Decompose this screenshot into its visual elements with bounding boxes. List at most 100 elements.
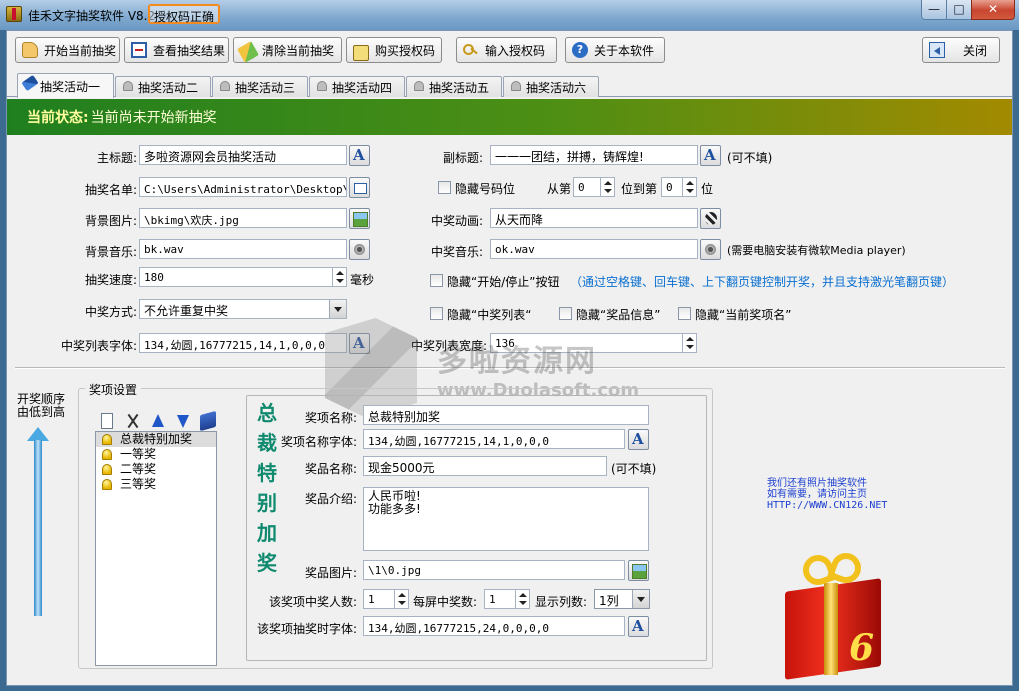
list-item[interactable]: 二等奖 [96, 462, 216, 477]
list-item[interactable]: 总裁特别加奖 [96, 432, 216, 447]
hide-prize-label: 隐藏“奖品信息” [576, 308, 661, 322]
tab-activity-5[interactable]: 抽奖活动五 [406, 76, 502, 97]
tab-label: 抽奖活动五 [429, 80, 490, 95]
from-spinner[interactable] [600, 178, 614, 196]
list-font-button[interactable] [349, 333, 370, 354]
winners-spinner[interactable] [394, 590, 408, 608]
tab-activity-4[interactable]: 抽奖活动四 [309, 76, 405, 97]
goods-desc-textarea[interactable]: 人民币啦! 功能多多! [363, 487, 649, 551]
view-results-button[interactable]: 查看抽奖结果 [124, 37, 229, 63]
promo-text[interactable]: 我们还有照片抽奖软件 如有需要，请访问主页 HTTP://WWW.CN126.N… [767, 478, 887, 511]
speed-spinner[interactable] [332, 268, 346, 286]
main-title-input[interactable]: 多啦资源网会员抽奖活动 [139, 145, 347, 165]
start-draw-button[interactable]: 开始当前抽奖 [15, 37, 120, 63]
hide-current-checkbox[interactable] [678, 307, 691, 320]
subtitle-input[interactable]: 一一一团结，拼搏，铸辉煌! [490, 145, 698, 165]
enter-code-label: 输入授权码 [485, 43, 546, 58]
list-browse-button[interactable] [349, 177, 370, 198]
goods-image-input[interactable]: \1\0.jpg [363, 560, 625, 580]
anim-select-button[interactable] [700, 208, 721, 229]
bell-icon [123, 81, 133, 91]
subtitle-font-button[interactable] [700, 145, 721, 166]
hand-icon [22, 42, 38, 58]
tab-activity-2[interactable]: 抽奖活动二 [115, 76, 211, 97]
eraser-icon [237, 40, 259, 63]
main-title-font-button[interactable] [349, 145, 370, 166]
bg-music-input[interactable]: bk.wav [139, 239, 347, 259]
prize-list[interactable]: 总裁特别加奖 一等奖 二等奖 三等奖 [95, 431, 217, 666]
prize-font-input[interactable]: 134,幼圆,16777215,14,1,0,0,0 [363, 429, 625, 449]
close-app-label: 关闭 [963, 43, 988, 58]
prize-font-button[interactable] [628, 429, 649, 450]
speed-input[interactable]: 180 [139, 267, 347, 287]
exit-icon [929, 42, 945, 58]
hide-prize-checkbox[interactable] [559, 307, 572, 320]
bg-music-play-button[interactable] [349, 239, 370, 260]
tab-label: 抽奖活动四 [332, 80, 393, 95]
close-app-button[interactable]: 关闭 [922, 37, 1000, 63]
draw-font-input[interactable]: 134,幼圆,16777215,24,0,0,0,0 [363, 616, 625, 636]
list-item[interactable]: 一等奖 [96, 447, 216, 462]
tab-activity-1[interactable]: 抽奖活动一 [17, 73, 114, 98]
tab-activity-6[interactable]: 抽奖活动六 [503, 76, 599, 97]
per-screen-spinner[interactable] [515, 590, 529, 608]
chevron-down-icon[interactable] [329, 300, 346, 318]
help-icon: ? [572, 42, 588, 58]
list-label: 抽奖名单: [84, 183, 137, 197]
window-close-button[interactable]: ✕ [971, 0, 1015, 20]
prize-name-input[interactable]: 总裁特别加奖 [363, 405, 649, 425]
promo-link[interactable]: HTTP://WWW.CN126.NET [767, 500, 887, 511]
bell-icon [511, 81, 521, 91]
list-item[interactable]: 三等奖 [96, 477, 216, 492]
main-title-label: 主标题: [96, 151, 137, 165]
new-file-icon[interactable] [101, 413, 113, 429]
gift-box-icon: 6 [777, 547, 893, 680]
minimize-button[interactable]: — [921, 0, 947, 20]
hide-button-note: （通过空格键、回车键、上下翻页键控制开奖，并且支持激光笔翻页键） [570, 275, 955, 289]
anim-input[interactable]: 从天而降 [490, 208, 698, 228]
bg-image-browse-button[interactable] [349, 208, 370, 229]
key-icon [463, 42, 479, 58]
app-icon [6, 6, 22, 22]
mode-label: 中奖方式: [84, 305, 137, 319]
goods-name-label: 奖品名称: [304, 462, 357, 476]
promo-line: 如有需要，请访问主页 [767, 489, 867, 500]
list-width-spinner[interactable] [682, 334, 696, 352]
chevron-down-icon[interactable] [632, 590, 649, 608]
scissors-icon[interactable] [125, 413, 141, 429]
mode-select[interactable]: 不允许重复中奖 [139, 299, 347, 319]
from-label: 从第 [547, 182, 572, 196]
about-button[interactable]: ? 关于本软件 [565, 37, 665, 63]
list-font-label: 中奖列表字体: [60, 339, 137, 353]
tab-activity-3[interactable]: 抽奖活动三 [212, 76, 308, 97]
hide-button-checkbox[interactable] [430, 274, 443, 287]
clear-draw-button[interactable]: 清除当前抽奖 [233, 37, 342, 63]
draw-font-button[interactable] [628, 616, 649, 637]
arrow-up-icon[interactable] [150, 413, 166, 429]
prize-name-label: 奖项名称: [304, 411, 357, 425]
hide-digits-checkbox[interactable] [438, 181, 451, 194]
bell-icon [102, 479, 112, 490]
bell-icon [102, 449, 112, 460]
status-banner: 当前状态: 当前尚未开始新抽奖 [7, 99, 1012, 135]
bell-icon [414, 81, 424, 91]
title-bar: 佳禾文字抽奖软件 V8.2 授权码正确 — □ ✕ [0, 0, 1019, 30]
bg-image-input[interactable]: \bkimg\欢庆.jpg [139, 208, 347, 228]
tab-label: 抽奖活动三 [235, 80, 296, 95]
arrow-down-icon[interactable] [175, 413, 191, 429]
maximize-button[interactable]: □ [946, 0, 972, 20]
buy-code-button[interactable]: 购买授权码 [346, 37, 442, 63]
goods-name-input[interactable]: 现金5000元 [363, 456, 607, 476]
goods-desc-label: 奖品介绍: [304, 492, 357, 506]
list-width-input[interactable]: 136 [490, 333, 697, 353]
goods-image-browse-button[interactable] [628, 560, 649, 581]
win-music-input[interactable]: ok.wav [490, 239, 698, 259]
hide-list-checkbox[interactable] [430, 307, 443, 320]
status-text: 当前尚未开始新抽奖 [90, 110, 217, 126]
win-music-play-button[interactable] [700, 239, 721, 260]
to-spinner[interactable] [682, 178, 696, 196]
hide-digits-label: 隐藏号码位 [455, 182, 516, 196]
list-font-input[interactable]: 134,幼圆,16777215,14,1,0,0,0 [139, 333, 347, 353]
enter-code-button[interactable]: 输入授权码 [456, 37, 557, 63]
list-path-input[interactable]: C:\Users\Administrator\Desktop\文字 [139, 177, 347, 197]
